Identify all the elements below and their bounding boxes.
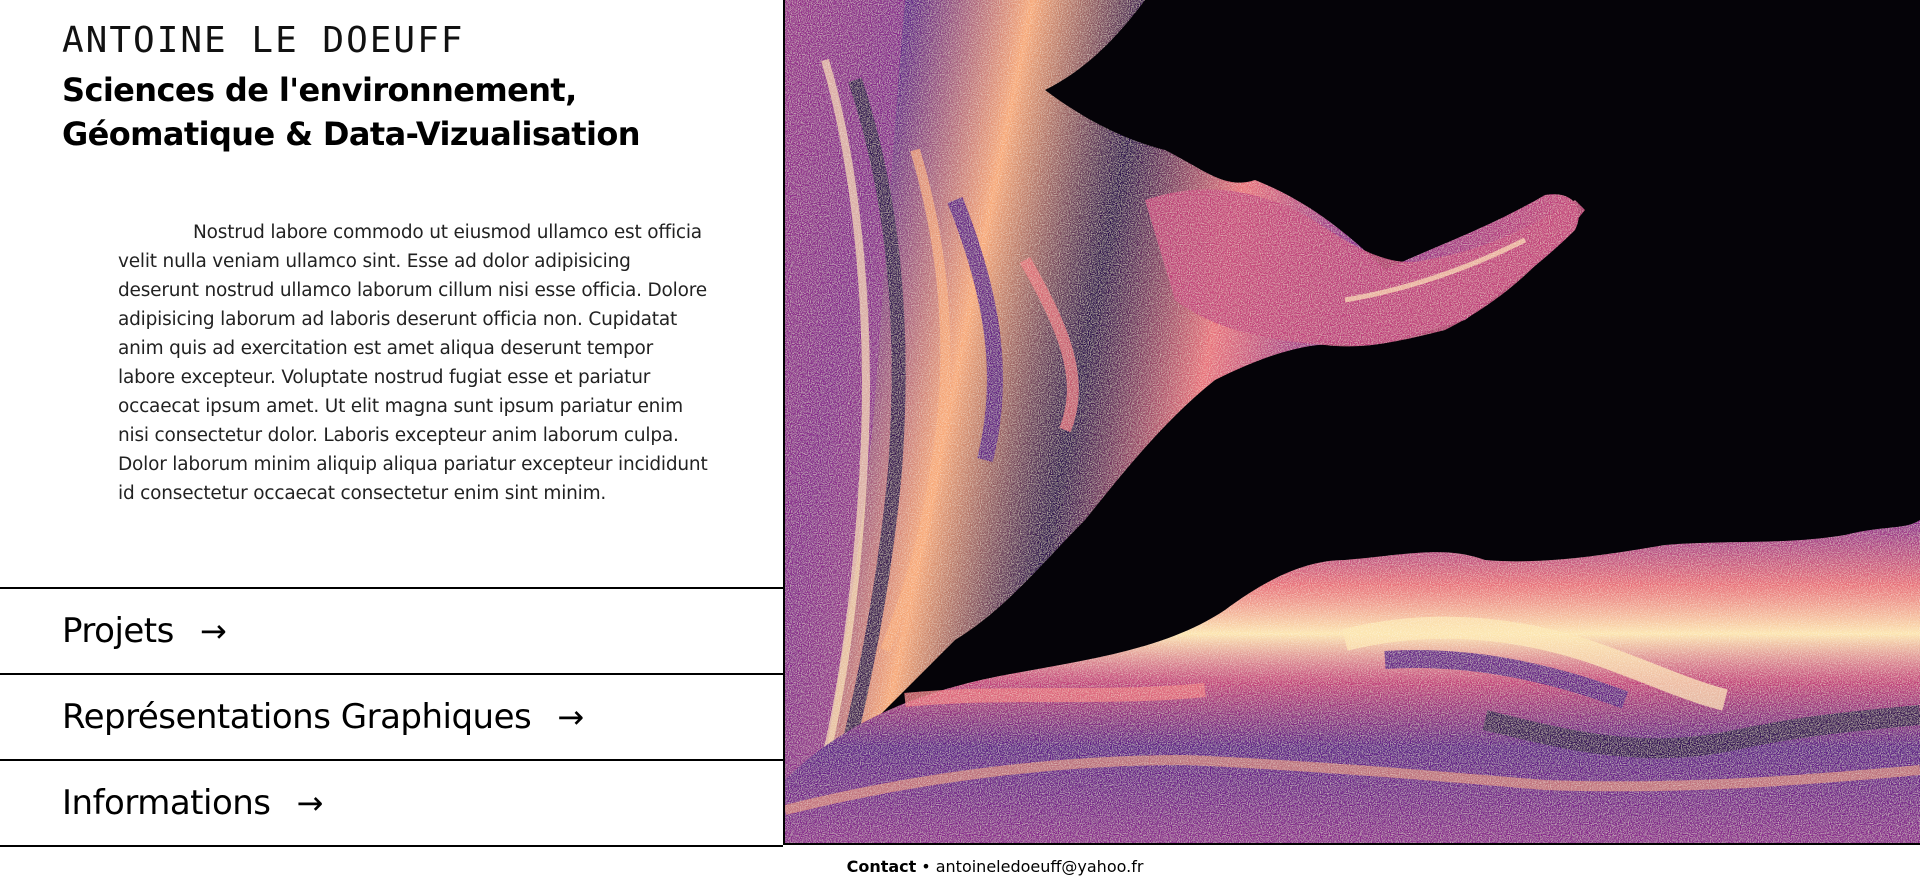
footer-separator: •: [921, 856, 931, 876]
arrow-right-icon: →: [199, 612, 227, 650]
nav-item-informations[interactable]: Informations →: [0, 759, 783, 847]
arrow-right-icon: →: [296, 784, 324, 822]
hero-map-image: [785, 0, 1920, 845]
nav-item-label: Projets: [62, 611, 174, 651]
nav-item-projets[interactable]: Projets →: [0, 587, 783, 673]
site-subtitle: Sciences de l'environnement, Géomatique …: [62, 68, 682, 156]
subtitle-line-1: Sciences de l'environnement,: [62, 71, 577, 109]
nav-item-representations-graphiques[interactable]: Représentations Graphiques →: [0, 673, 783, 759]
nav-item-label: Informations: [62, 783, 271, 823]
nav-item-label: Représentations Graphiques: [62, 697, 532, 737]
contact-email-link[interactable]: antoineledoeuff@yahoo.fr: [936, 857, 1144, 876]
left-panel: ANTOINE LE DOEUFF Sciences de l'environn…: [0, 0, 785, 847]
magma-relief-map-icon: [785, 0, 1920, 843]
footer: Contact • antoineledoeuff@yahoo.fr: [0, 847, 1920, 885]
contact-label: Contact: [846, 856, 917, 876]
subtitle-line-2: Géomatique & Data-Vizualisation: [62, 115, 641, 153]
page: ANTOINE LE DOEUFF Sciences de l'environn…: [0, 0, 1920, 885]
site-author-name: ANTOINE LE DOEUFF: [62, 20, 465, 61]
intro-paragraph: Nostrud labore commodo ut eiusmod ullamc…: [118, 222, 708, 504]
main-nav: Projets → Représentations Graphiques → I…: [0, 587, 783, 847]
arrow-right-icon: →: [557, 698, 585, 736]
